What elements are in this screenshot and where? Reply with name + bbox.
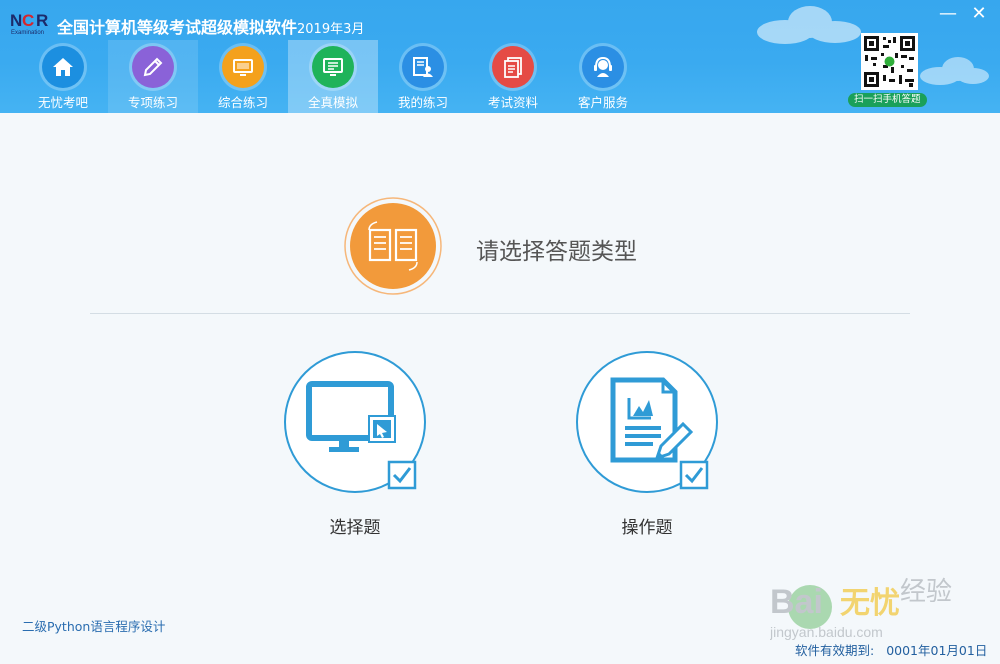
user-doc-icon — [402, 46, 444, 88]
nav-item-special-practice[interactable]: 专项练习 — [108, 40, 198, 113]
svg-text:Examination: Examination — [11, 30, 44, 36]
nav-item-home[interactable]: 无忧考吧 — [18, 40, 108, 113]
expiry-label: 软件有效期到: — [795, 643, 875, 658]
svg-text:Bai: Bai — [770, 583, 823, 621]
title-bar: N C R Examination 全国计算机等级考试超级模拟软件2019年3月… — [0, 0, 1000, 113]
nav-label: 考试资料 — [487, 95, 538, 110]
answer-type-icon — [344, 197, 442, 295]
svg-text:无忧: 无忧 — [840, 587, 900, 620]
main-nav: 无忧考吧 专项练习 综合练习 全真模拟 我的练习 考试资料 客户服务 — [18, 40, 648, 113]
cloud-decoration — [757, 6, 861, 44]
svg-text:C: C — [22, 11, 34, 30]
cloud-decoration — [920, 57, 989, 85]
nav-item-comprehensive[interactable]: 综合练习 — [198, 40, 288, 113]
minimize-button[interactable]: — — [937, 4, 959, 24]
app-title-text: 全国计算机等级考试超级模拟软件 — [57, 18, 298, 37]
watermark-logo: Bai 无忧 经验 jingyan.baidu.com — [770, 576, 952, 640]
svg-text:R: R — [36, 11, 48, 30]
nav-label: 专项练习 — [127, 95, 178, 110]
qr-code[interactable] — [861, 33, 918, 90]
multiple-choice-option[interactable] — [283, 350, 427, 494]
qr-label: 扫一扫手机答题 — [848, 93, 927, 107]
app-title: 全国计算机等级考试超级模拟软件2019年3月 — [57, 14, 364, 38]
app-version-date: 2019年3月 — [297, 22, 365, 37]
expiry-date: 0001年01月01日 — [886, 643, 988, 658]
close-button[interactable]: ✕ — [968, 4, 990, 24]
home-icon — [42, 46, 84, 88]
svg-text:N: N — [10, 11, 22, 30]
multiple-choice-label[interactable]: 选择题 — [275, 513, 435, 538]
nav-label: 我的练习 — [397, 95, 448, 110]
nav-label: 无忧考吧 — [37, 95, 88, 110]
nav-label: 客户服务 — [577, 95, 628, 110]
nav-item-mock-exam[interactable]: 全真模拟 — [288, 40, 378, 113]
expiry-info: 软件有效期到: 0001年01月01日 — [795, 640, 987, 659]
operation-label[interactable]: 操作题 — [567, 513, 727, 538]
nav-label: 全真模拟 — [307, 95, 358, 110]
nav-item-exam-materials[interactable]: 考试资料 — [468, 40, 558, 113]
nav-item-customer-service[interactable]: 客户服务 — [558, 40, 648, 113]
nav-item-my-practice[interactable]: 我的练习 — [378, 40, 468, 113]
svg-text:jingyan.baidu.com: jingyan.baidu.com — [770, 624, 883, 640]
subject-label: 二级Python语言程序设计 — [22, 619, 166, 634]
answer-type-prompt: 请选择答题类型 — [476, 239, 637, 265]
exam-screen-icon — [312, 46, 354, 88]
pencil-icon — [132, 46, 174, 88]
operation-option[interactable] — [575, 350, 719, 494]
svg-text:经验: 经验 — [900, 576, 952, 606]
headset-icon — [582, 46, 624, 88]
ncr-logo: N C R Examination — [10, 11, 48, 36]
nav-label: 综合练习 — [217, 95, 268, 110]
divider — [90, 313, 910, 314]
documents-icon — [492, 46, 534, 88]
monitor-icon — [222, 46, 264, 88]
